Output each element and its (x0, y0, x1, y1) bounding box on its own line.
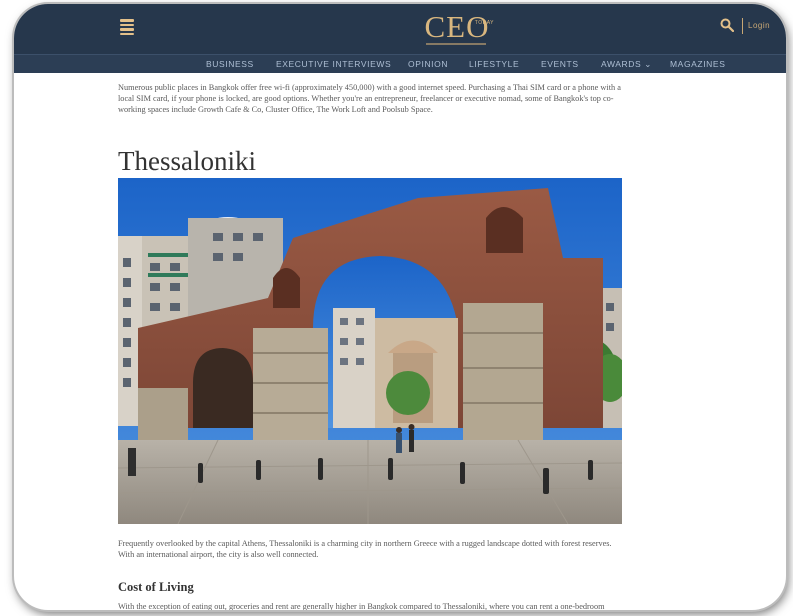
nav-opinion[interactable]: OPINION (408, 59, 448, 69)
thessaloniki-photo (118, 178, 622, 524)
nav-lifestyle[interactable]: LIFESTYLE (469, 59, 519, 69)
top-bar: CEO TODAY Login (14, 4, 786, 54)
section-heading-thessaloniki: Thessaloniki (118, 146, 256, 176)
login-link[interactable]: Login (748, 21, 770, 30)
nav-events[interactable]: EVENTS (541, 59, 579, 69)
site-logo[interactable]: CEO TODAY (422, 9, 494, 50)
subheading-cost-of-living: Cost of Living (118, 580, 194, 594)
nav-executive-interviews[interactable]: EXECUTIVE INTERVIEWS (276, 59, 391, 69)
arch-of-galerius-image (118, 178, 622, 524)
main-navigation: BUSINESS EXECUTIVE INTERVIEWS OPINION LI… (14, 54, 786, 73)
header-divider (742, 18, 743, 34)
logo-text: CEO (424, 9, 490, 44)
nav-business[interactable]: BUSINESS (206, 59, 254, 69)
thessaloniki-paragraph: Frequently overlooked by the capital Ath… (118, 539, 612, 559)
logo-underline (426, 43, 486, 45)
intro-paragraph: Numerous public places in Bangkok offer … (118, 83, 621, 114)
cost-of-living-paragraph: With the exception of eating out, grocer… (118, 602, 605, 610)
search-icon[interactable] (720, 18, 734, 32)
nav-magazines[interactable]: MAGAZINES (670, 59, 725, 69)
hamburger-menu-icon[interactable] (120, 19, 134, 35)
browser-window: CEO TODAY Login BUSINESS EXECUTIVE INTER… (14, 4, 786, 610)
nav-awards[interactable]: AWARDS ⌄ (601, 59, 652, 70)
logo-suffix: TODAY (474, 20, 494, 26)
